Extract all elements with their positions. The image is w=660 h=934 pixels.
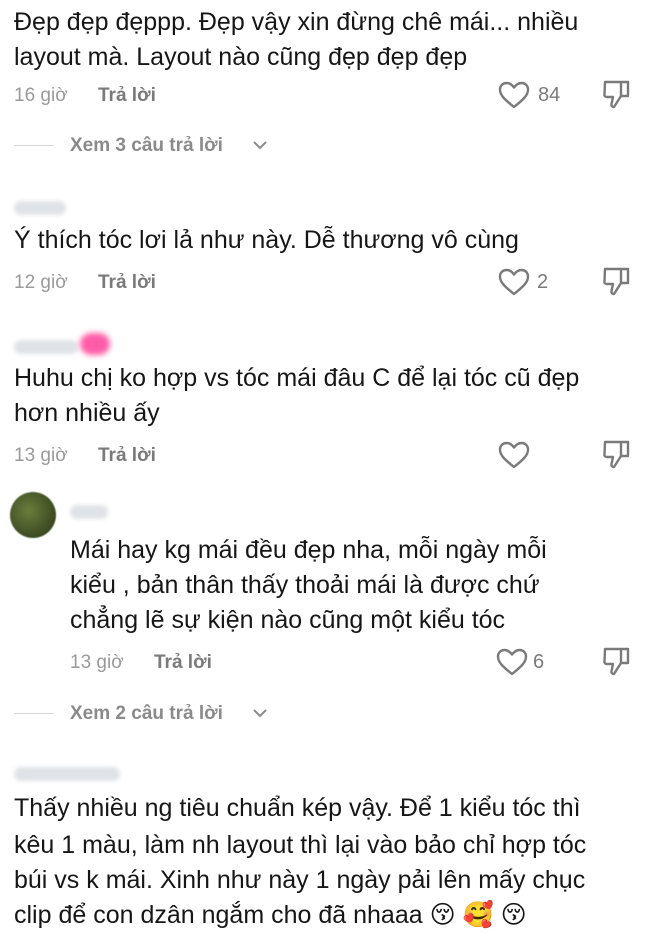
comment-text-line: layout mà. Layout nào cũng đẹp đẹp đẹp bbox=[14, 43, 468, 71]
like-count: 84 bbox=[538, 84, 561, 106]
reply-button[interactable]: Trả lời bbox=[154, 652, 212, 674]
reply-button[interactable]: Trả lời bbox=[98, 445, 156, 467]
comment-text-line: kiểu , bản thân thấy thoải mái là được c… bbox=[70, 571, 540, 599]
thumbs-down-icon[interactable] bbox=[601, 78, 631, 110]
thumbs-down-icon[interactable] bbox=[601, 438, 631, 470]
thumbs-down-icon[interactable] bbox=[601, 265, 631, 297]
comment-text-line: hơn nhiều ấy bbox=[14, 399, 160, 427]
divider bbox=[14, 713, 54, 714]
heart-outline-icon[interactable] bbox=[496, 647, 528, 677]
heart-outline-icon[interactable] bbox=[498, 440, 530, 470]
comment-text-line: Ý thích tóc lơi lả như này. Dễ thương vô… bbox=[14, 226, 519, 254]
divider bbox=[14, 145, 54, 146]
view-replies-link[interactable]: Xem 3 câu trả lời bbox=[70, 135, 223, 157]
comment-text-line: Thấy nhiều ng tiêu chuẩn kép vậy. Để 1 k… bbox=[14, 794, 581, 822]
heart-outline-icon[interactable] bbox=[498, 80, 530, 110]
username-blurred[interactable] bbox=[14, 767, 120, 781]
comment-text-line: clip để con dzân ngắm cho đã nhaaa 😚 🥰 😚 bbox=[14, 901, 527, 929]
chevron-down-icon[interactable] bbox=[252, 707, 268, 719]
username-blurred[interactable] bbox=[70, 505, 108, 519]
username-blurred[interactable] bbox=[14, 340, 78, 354]
comment-text-line: chẳng lẽ sự kiện nào cũng một kiểu tóc bbox=[70, 606, 506, 634]
thumbs-down-icon[interactable] bbox=[601, 645, 631, 677]
username-blurred[interactable] bbox=[14, 201, 66, 215]
like-count: 6 bbox=[533, 651, 545, 673]
comment-timestamp: 16 giờ bbox=[14, 85, 68, 106]
avatar[interactable] bbox=[10, 492, 56, 538]
reply-button[interactable]: Trả lời bbox=[98, 85, 156, 107]
comment-text-line: Đẹp đẹp đẹppp. Đẹp vậy xin đừng chê mái.… bbox=[14, 8, 579, 36]
comment-text-line: kêu 1 màu, làm nh layout thì lại vào bảo… bbox=[14, 831, 587, 859]
comment-text-line: Huhu chị ko hợp vs tóc mái đâu C để lại … bbox=[14, 364, 580, 392]
comment-timestamp: 12 giờ bbox=[14, 272, 68, 293]
comment-text-line: búi vs k mái. Xinh như này 1 ngày pải lê… bbox=[14, 866, 586, 894]
like-count: 2 bbox=[537, 271, 549, 293]
chevron-down-icon[interactable] bbox=[252, 139, 268, 151]
comment-timestamp: 13 giờ bbox=[70, 652, 124, 673]
comment-text-line: Mái hay kg mái đều đẹp nha, mỗi ngày mỗi bbox=[70, 536, 547, 564]
reply-button[interactable]: Trả lời bbox=[98, 272, 156, 294]
heart-emoji-badge bbox=[80, 333, 110, 355]
comment-timestamp: 13 giờ bbox=[14, 445, 68, 466]
view-replies-link[interactable]: Xem 2 câu trả lời bbox=[70, 703, 223, 725]
heart-outline-icon[interactable] bbox=[498, 267, 530, 297]
